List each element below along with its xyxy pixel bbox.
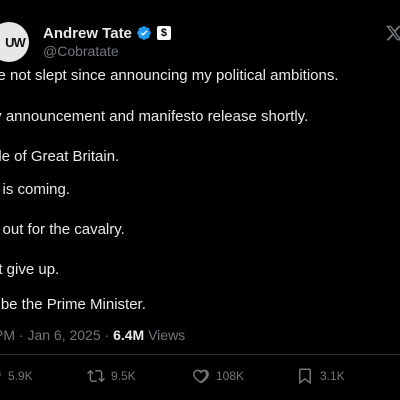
tweet-text-line: p is coming. bbox=[0, 181, 71, 198]
avatar[interactable]: UW bbox=[0, 22, 29, 62]
avatar-text: UW bbox=[5, 34, 26, 50]
meta-separator: · bbox=[104, 327, 110, 343]
like-count: 108K bbox=[216, 369, 245, 383]
tweet-text-line: nt give up. bbox=[0, 261, 60, 278]
tweet-text-line: ll be the Prime Minister. bbox=[0, 296, 146, 313]
tweet-text-line: d out for the cavalry. bbox=[0, 221, 125, 238]
like-icon bbox=[193, 369, 209, 384]
repost-count: 9.5K bbox=[111, 369, 136, 383]
meta-separator: · bbox=[18, 327, 24, 343]
views-count: 6.4M bbox=[113, 327, 145, 343]
reply-icon bbox=[0, 371, 1, 378]
tweet-text-line: ple of Great Britain. bbox=[0, 148, 120, 165]
tweet-text-line: ve not slept since announcing my politic… bbox=[0, 67, 339, 84]
repost-icon bbox=[87, 369, 105, 383]
reply-count: 5.9K bbox=[8, 369, 33, 383]
tweet-date[interactable]: Jan 6, 2025 bbox=[27, 327, 100, 343]
tweet-text-line: ty announcement and manifesto release sh… bbox=[0, 108, 309, 125]
like-button[interactable]: 108K bbox=[192, 366, 244, 386]
author-handle[interactable]: @Cobratate bbox=[43, 43, 119, 59]
bookmark-icon bbox=[299, 368, 311, 385]
divider bbox=[0, 354, 400, 355]
x-logo-icon[interactable] bbox=[385, 24, 400, 44]
reply-button[interactable]: 5.9K bbox=[0, 366, 33, 386]
author-name-row: Andrew Tate $ bbox=[43, 24, 171, 42]
verified-badge-icon bbox=[136, 25, 152, 41]
tweet-time[interactable]: PM bbox=[0, 327, 15, 343]
bookmark-count: 3.1K bbox=[320, 369, 345, 383]
repost-button[interactable]: 9.5K bbox=[87, 366, 136, 386]
bookmark-button[interactable]: 3.1K bbox=[296, 366, 345, 386]
author-display-name[interactable]: Andrew Tate bbox=[43, 25, 132, 42]
views-label: Views bbox=[148, 327, 186, 343]
tweet-meta: PM · Jan 6, 2025 · 6.4M Views bbox=[0, 326, 185, 344]
affiliation-badge-icon[interactable]: $ bbox=[156, 26, 171, 40]
action-bar: 5.9K 9.5K 108K 3.1K bbox=[0, 366, 400, 386]
